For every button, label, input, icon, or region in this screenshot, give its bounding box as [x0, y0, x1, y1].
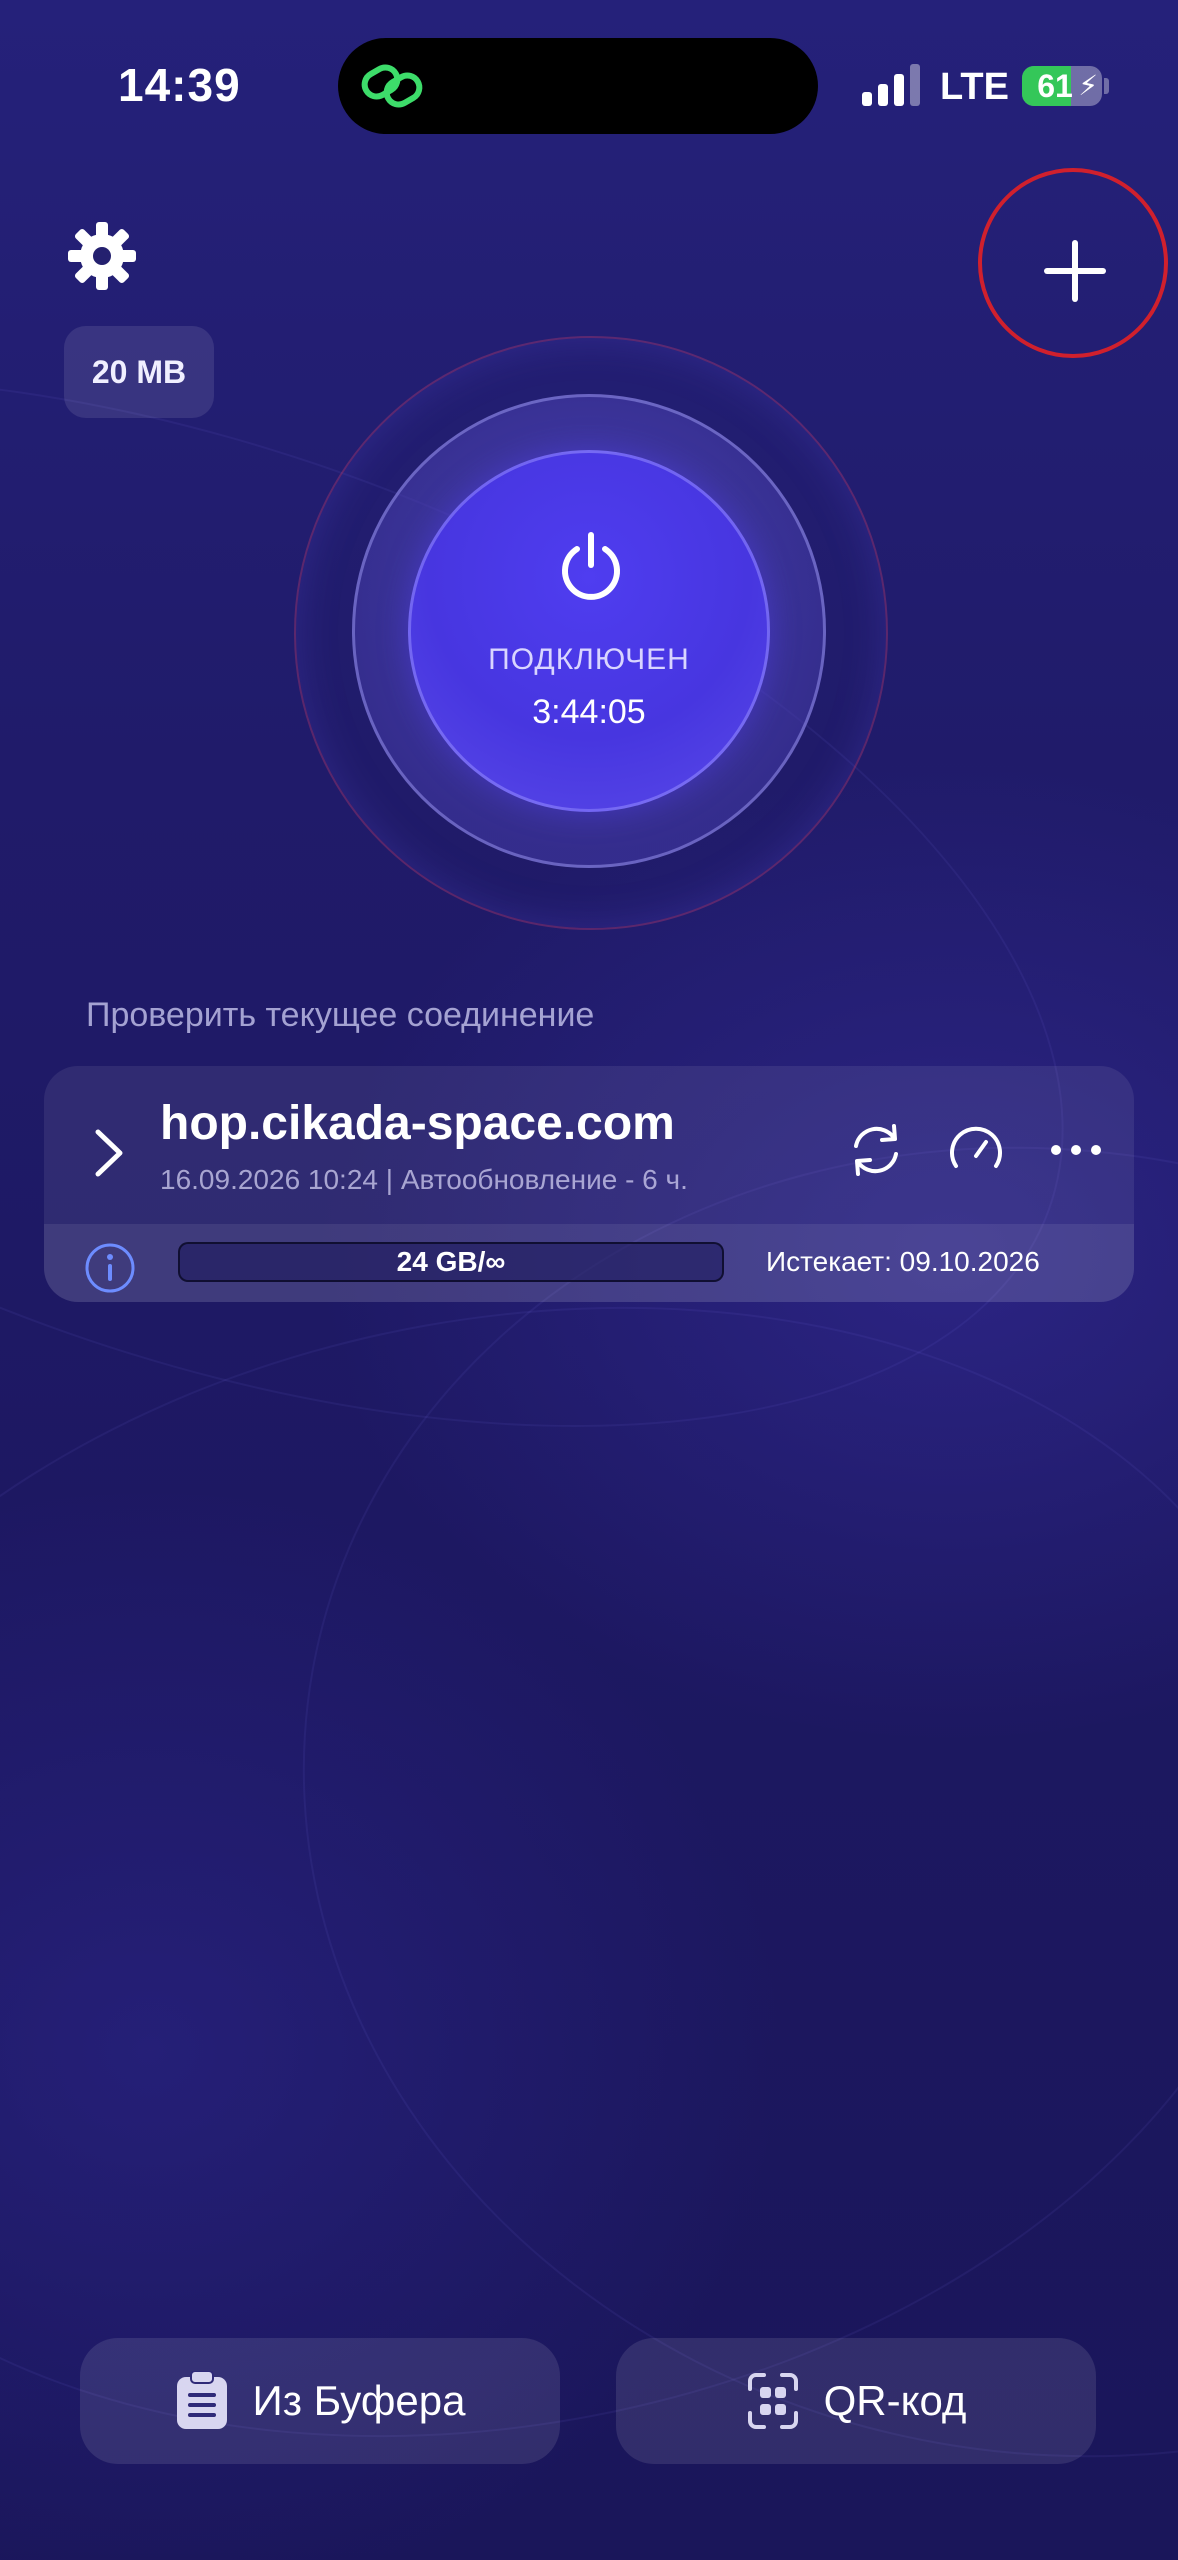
- server-card[interactable]: hop.cikada-space.com 16.09.2026 10:24 | …: [44, 1066, 1134, 1302]
- gear-icon[interactable]: [66, 220, 138, 292]
- refresh-icon[interactable]: [844, 1118, 908, 1182]
- speedometer-icon[interactable]: [944, 1118, 1008, 1182]
- chevron-right-icon[interactable]: [94, 1128, 124, 1178]
- dynamic-island[interactable]: [338, 38, 818, 134]
- traffic-usage: 24 GB/∞: [396, 1246, 506, 1277]
- data-usage-badge: 20 MB: [64, 326, 214, 418]
- traffic-usage-bar: 24 GB/∞: [178, 1242, 724, 1282]
- add-server-button[interactable]: [1000, 196, 1150, 346]
- more-icon[interactable]: [1044, 1118, 1108, 1182]
- qr-button-label: QR-код: [823, 2377, 967, 2424]
- info-icon[interactable]: [84, 1242, 136, 1294]
- clipboard-button-label: Из Буфера: [252, 2377, 466, 2424]
- plus-icon: [1044, 240, 1106, 302]
- check-connection-link[interactable]: Проверить текущее соединение: [86, 996, 594, 1035]
- battery-tip: [1104, 78, 1109, 94]
- link-icon: [361, 64, 423, 108]
- connection-status: ПОДКЛЮЧЕН: [488, 643, 690, 676]
- status-time: 14:39: [118, 59, 241, 111]
- battery-icon: 61 ⚡: [1022, 66, 1102, 106]
- connection-timer: 3:44:05: [532, 693, 646, 731]
- expiry-date: Истекает: 09.10.2026: [766, 1246, 1040, 1277]
- cellular-signal-icon: [862, 64, 920, 106]
- connect-toggle-button[interactable]: ПОДКЛЮЧЕН 3:44:05: [408, 450, 770, 812]
- clipboard-icon: [176, 2371, 227, 2429]
- qr-scan-icon: [747, 2373, 798, 2429]
- network-type: LTE: [940, 66, 1009, 108]
- power-icon: [562, 532, 620, 600]
- charging-bolt-icon: ⚡: [1078, 70, 1098, 101]
- server-update-info: 16.09.2026 10:24 | Автообновление - 6 ч.: [160, 1164, 688, 1195]
- server-host: hop.cikada-space.com: [160, 1097, 675, 1150]
- paste-from-clipboard-button[interactable]: Из Буфера: [80, 2338, 560, 2464]
- scan-qr-button[interactable]: QR-код: [616, 2338, 1096, 2464]
